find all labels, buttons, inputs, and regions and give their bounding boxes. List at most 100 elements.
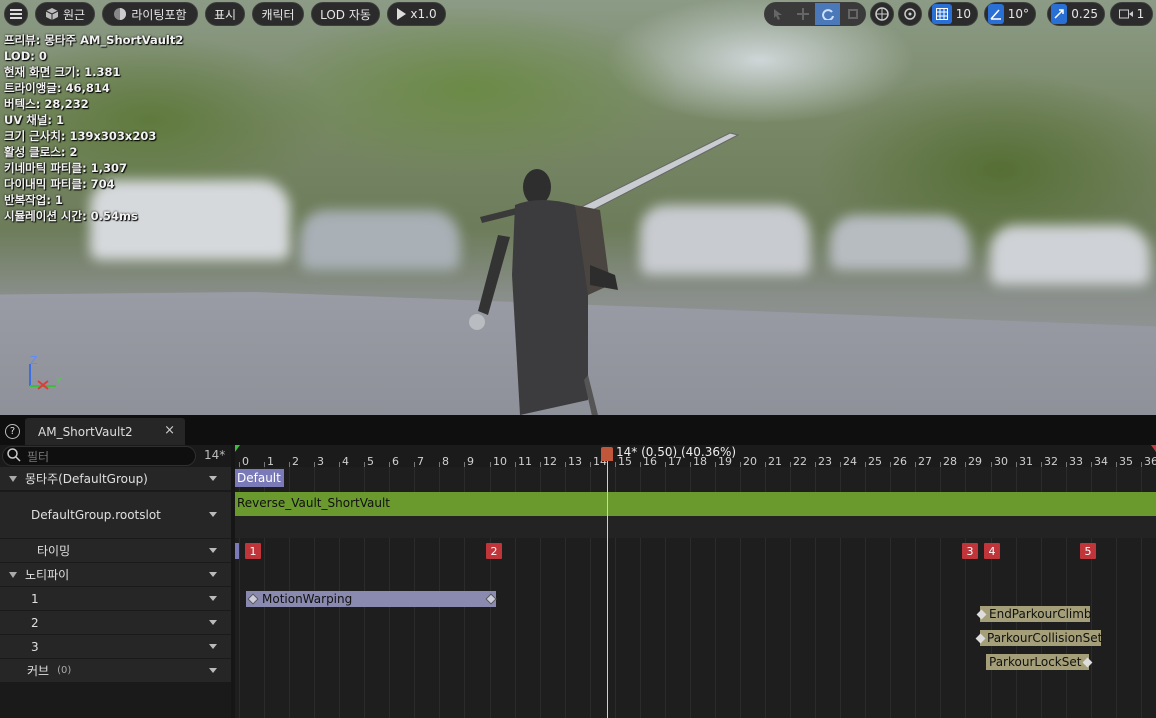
scale-icon[interactable] <box>840 3 865 25</box>
frame-label: 11 <box>518 455 532 468</box>
close-icon[interactable]: × <box>164 423 175 438</box>
perspective-label: 원근 <box>62 7 86 22</box>
notify-track-label: 3 <box>31 639 39 654</box>
timing-row[interactable]: 타이밍 <box>0 539 231 562</box>
timing-marker[interactable]: 3 <box>962 543 978 559</box>
slot-label: DefaultGroup.rootslot <box>31 508 161 522</box>
collapse-icon[interactable] <box>9 475 17 482</box>
stat-kinematic-particles: 키네마틱 파티클: 1,307 <box>4 161 128 175</box>
playhead-line <box>607 457 608 718</box>
frame-label: 1 <box>267 455 274 468</box>
dropdown-arrow-icon[interactable] <box>209 548 217 553</box>
frame-label: 27 <box>918 455 932 468</box>
section-default[interactable]: Default <box>235 469 284 487</box>
frame-label: 32 <box>1044 455 1058 468</box>
animation-segment[interactable]: Reverse_Vault_ShortVault <box>235 492 1156 516</box>
play-speed-button[interactable]: x1.0 <box>387 2 446 26</box>
dropdown-arrow-icon[interactable] <box>209 620 217 625</box>
lighting-button[interactable]: 라이팅포함 <box>102 2 198 26</box>
timing-marker[interactable]: 1 <box>245 543 261 559</box>
hamburger-icon <box>10 9 22 19</box>
character-mesh[interactable] <box>460 125 750 415</box>
collapse-icon[interactable] <box>9 571 17 578</box>
montage-group-row[interactable]: 몽타주(DefaultGroup) <box>0 467 231 490</box>
grid-snap-group[interactable]: 10 <box>928 2 978 26</box>
frame-label: 20 <box>743 455 757 468</box>
frame-label: 24 <box>843 455 857 468</box>
range-end-marker <box>1151 445 1156 452</box>
notify-parkour-lock-set[interactable]: ParkourLockSet <box>986 654 1089 670</box>
show-label: 표시 <box>213 7 237 22</box>
camera-speed-button[interactable]: 1 <box>1110 2 1153 26</box>
filter-input[interactable]: 필터 <box>2 446 196 466</box>
playhead-label: 14* (0.50) (40.36%) <box>616 445 737 459</box>
notify-label: ParkourLockSet <box>989 655 1082 669</box>
frame-label: 3 <box>317 455 324 468</box>
notify-end-parkour-climb[interactable]: EndParkourClimb <box>980 606 1092 622</box>
timing-marker[interactable]: 2 <box>486 543 502 559</box>
dropdown-arrow-icon[interactable] <box>209 572 217 577</box>
timeline-track-area[interactable]: 0 1 2 3 4 5 6 7 8 9 10 11 12 13 14 15 16 17 18 19 20 21 22 23 24… <box>235 445 1156 718</box>
grid-icon <box>932 4 952 24</box>
frame-label: 8 <box>442 455 449 468</box>
filter-bar: 필터 14* <box>0 445 231 467</box>
notifies-row[interactable]: 노티파이 <box>0 563 231 586</box>
translate-icon[interactable] <box>790 3 815 25</box>
dropdown-arrow-icon[interactable] <box>209 512 217 517</box>
frame-label: 31 <box>1019 455 1033 468</box>
stat-approx-size: 크기 근사치: 139x303x203 <box>4 129 157 143</box>
playhead-handle[interactable] <box>601 447 613 461</box>
rotate-icon[interactable] <box>815 3 840 25</box>
transform-mode-group <box>764 2 866 26</box>
curves-label: 커브 <box>27 664 50 678</box>
dropdown-arrow-icon[interactable] <box>209 596 217 601</box>
stat-dynamic-particles: 다이내믹 파티클: 704 <box>4 177 115 191</box>
curves-row[interactable]: 커브 (0) <box>0 659 231 682</box>
world-local-button[interactable] <box>870 2 894 26</box>
angle-snap-group[interactable]: 10° <box>984 2 1036 26</box>
frame-label: 10 <box>493 455 507 468</box>
tab-montage[interactable]: AM_ShortVault2 × <box>25 418 185 445</box>
timing-marker[interactable]: 4 <box>984 543 1000 559</box>
lod-button[interactable]: LOD 자동 <box>311 2 380 26</box>
play-speed-label: x1.0 <box>410 7 437 21</box>
montage-editor-panel: ? AM_ShortVault2 × 필터 14* 몽타주(DefaultGro… <box>0 415 1156 718</box>
axis-y-label: Y <box>56 376 63 387</box>
preview-viewport[interactable]: 원근 라이팅포함 표시 캐릭터 LOD 자동 x1.0 10 10° 0.25 <box>0 0 1156 415</box>
select-icon[interactable] <box>765 3 790 25</box>
frame-label: 34 <box>1094 455 1108 468</box>
perspective-button[interactable]: 원근 <box>35 2 95 26</box>
range-start-marker <box>235 445 240 452</box>
tab-bar: ? AM_ShortVault2 × <box>0 415 1156 445</box>
scale-snap-icon <box>1051 4 1068 24</box>
character-button[interactable]: 캐릭터 <box>252 2 304 26</box>
dropdown-arrow-icon[interactable] <box>209 644 217 649</box>
help-button[interactable]: ? <box>5 424 20 439</box>
show-button[interactable]: 표시 <box>205 2 245 26</box>
lod-label: LOD 자동 <box>320 7 371 22</box>
frame-label: 25 <box>868 455 882 468</box>
surface-snap-button[interactable] <box>898 2 922 26</box>
notify-track-3[interactable]: 3 <box>0 635 231 658</box>
scale-snap-group[interactable]: 0.25 <box>1047 2 1105 26</box>
stat-screen-size: 현재 화면 크기: 1.381 <box>4 65 121 79</box>
frame-label: 12 <box>543 455 557 468</box>
timing-marker[interactable]: 5 <box>1080 543 1096 559</box>
camera-icon <box>1118 9 1133 19</box>
snap-icon <box>903 7 917 21</box>
background-car <box>830 215 970 270</box>
dropdown-arrow-icon[interactable] <box>209 476 217 481</box>
stat-vertices: 버텍스: 28,232 <box>4 97 89 111</box>
notify-parkour-collision-set[interactable]: ParkourCollisionSet <box>980 630 1102 646</box>
dropdown-arrow-icon[interactable] <box>209 668 217 673</box>
frame-label: 30 <box>994 455 1008 468</box>
timing-start-marker <box>235 543 239 559</box>
slot-row[interactable]: DefaultGroup.rootslot <box>0 492 231 538</box>
notify-motion-warping[interactable]: MotionWarping <box>246 591 497 607</box>
notify-track-1[interactable]: 1 <box>0 587 231 610</box>
notify-label: MotionWarping <box>262 592 353 606</box>
viewport-menu-button[interactable] <box>4 2 28 26</box>
frame-label: 28 <box>943 455 957 468</box>
notify-track-2[interactable]: 2 <box>0 611 231 634</box>
search-icon <box>7 447 21 465</box>
